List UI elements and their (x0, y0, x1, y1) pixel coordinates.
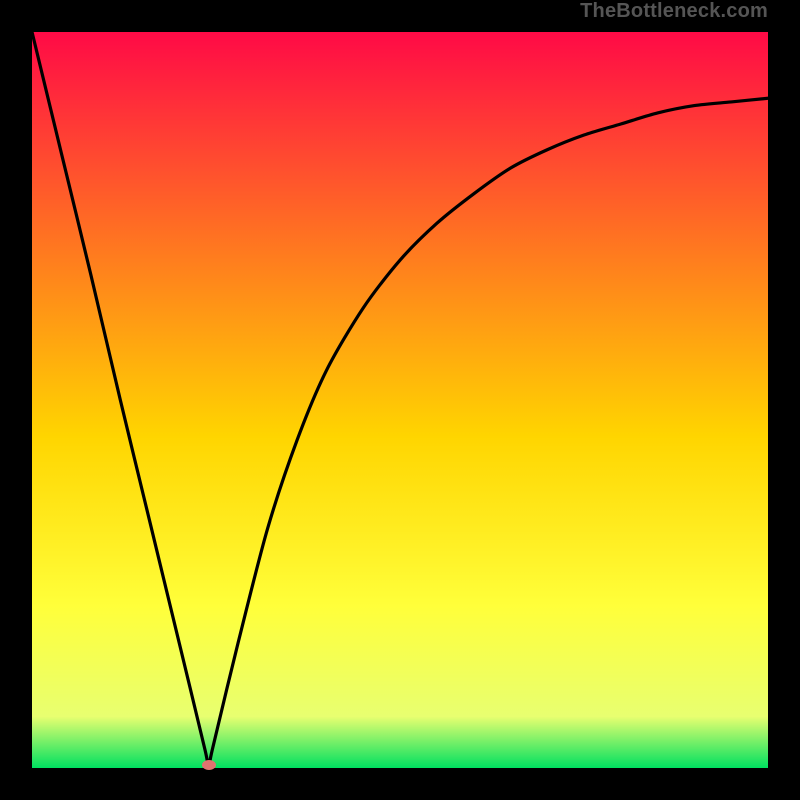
minimum-marker (202, 760, 216, 770)
plot-area (32, 32, 768, 768)
bottleneck-curve (32, 32, 768, 768)
chart-frame (15, 15, 785, 785)
watermark-text: TheBottleneck.com (580, 0, 768, 23)
